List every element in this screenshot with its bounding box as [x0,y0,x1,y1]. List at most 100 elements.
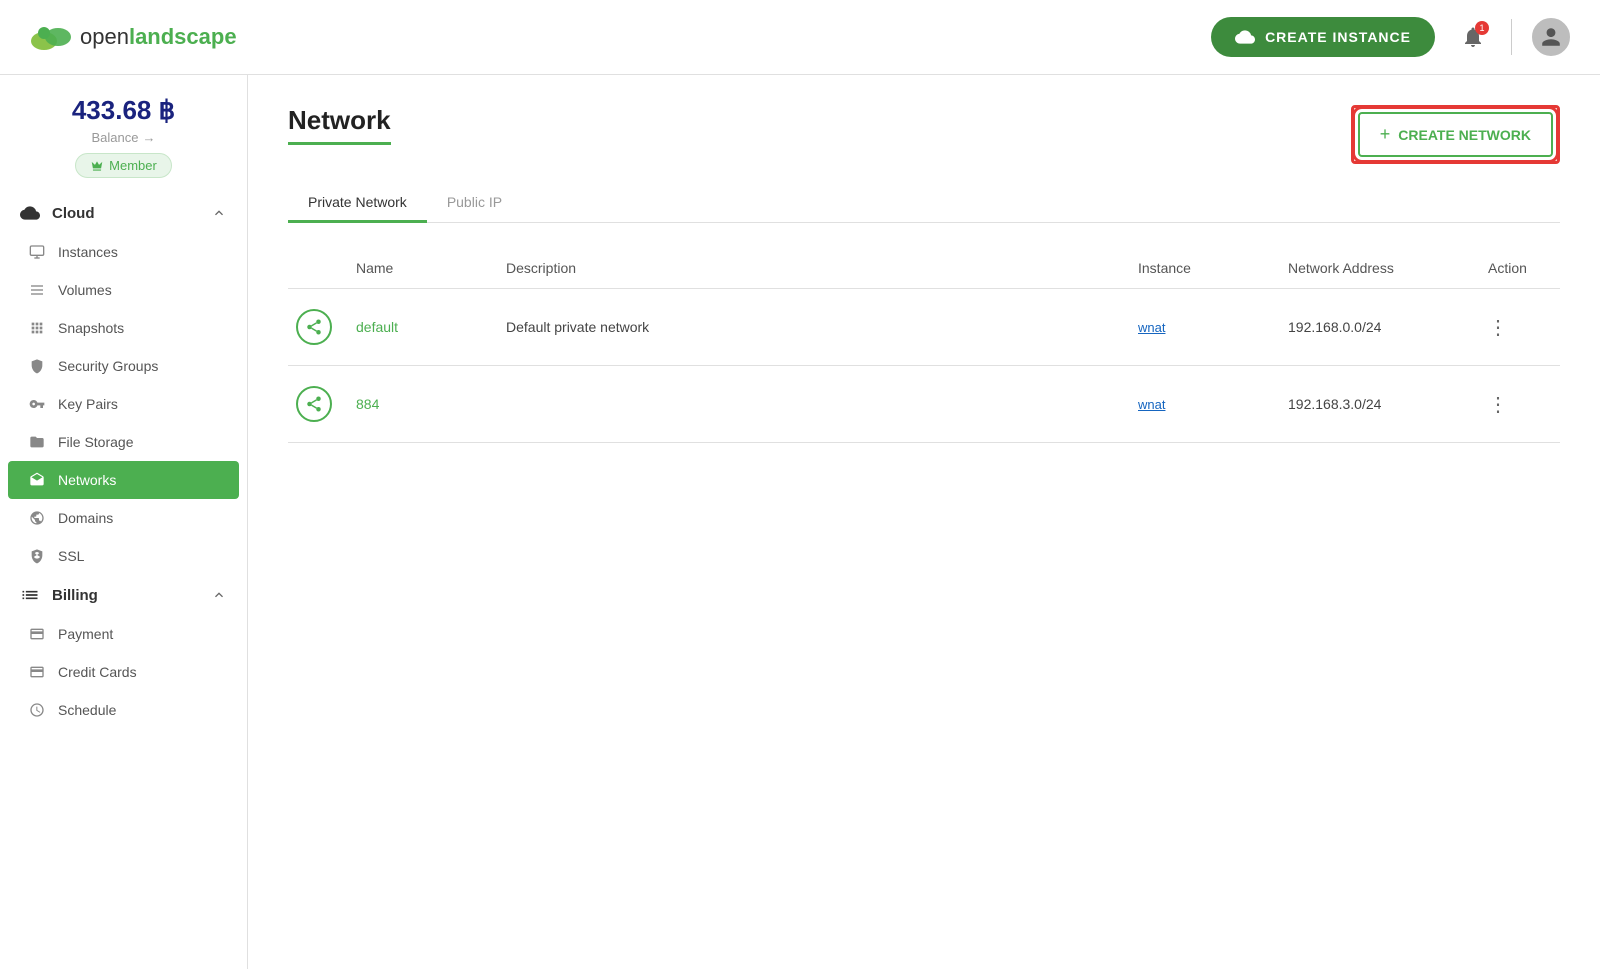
share-icon [305,318,323,336]
plus-icon: + [1380,124,1391,145]
row1-icon-cell [288,305,348,349]
row2-action: ⋮ [1480,388,1560,421]
col-action: Action [1480,256,1560,280]
key-pairs-icon [28,395,46,413]
security-groups-icon [28,357,46,375]
sidebar-item-instances[interactable]: Instances [0,233,247,271]
share-icon [305,395,323,413]
sidebar-item-security-groups[interactable]: Security Groups [0,347,247,385]
page-title: Network [288,105,391,136]
row1-instance: wnat [1130,315,1280,339]
header: openlandscape CREATE INSTANCE 1 [0,0,1600,75]
key-pairs-label: Key Pairs [58,396,118,412]
notification-badge: 1 [1475,21,1489,35]
network-name-link[interactable]: default [356,319,398,335]
row1-network-address: 192.168.0.0/24 [1280,315,1480,339]
header-right: CREATE INSTANCE 1 [1211,17,1570,57]
sidebar-item-domains[interactable]: Domains [0,499,247,537]
ssl-label: SSL [58,548,84,564]
member-badge: Member [75,153,172,178]
row2-name: 884 [348,392,498,416]
create-network-btn-wrapper: + CREATE NETWORK [1351,105,1560,164]
sidebar-item-schedule[interactable]: Schedule [0,691,247,729]
crown-icon [90,159,104,173]
network-share-icon [296,309,332,345]
snapshots-label: Snapshots [58,320,124,336]
network-share-icon [296,386,332,422]
instance-link[interactable]: wnat [1138,320,1165,335]
col-instance: Instance [1130,256,1280,280]
sidebar-item-volumes[interactable]: Volumes [0,271,247,309]
instances-icon [28,243,46,261]
chevron-up-icon [211,205,227,221]
sidebar-item-credit-cards[interactable]: Credit Cards [0,653,247,691]
billing-icon [20,585,40,605]
logo-text: openlandscape [80,24,237,50]
sidebar-item-key-pairs[interactable]: Key Pairs [0,385,247,423]
col-description: Description [498,256,1130,280]
user-avatar[interactable] [1532,18,1570,56]
row2-description [498,400,1130,408]
domains-label: Domains [58,510,113,526]
balance-amount: 433.68 ฿ [20,95,227,126]
table-header: Name Description Instance Network Addres… [288,248,1560,289]
cloud-nav-icon [20,203,40,223]
billing-section-header[interactable]: Billing [0,575,247,615]
network-tabs: Private Network Public IP [288,184,1560,223]
credit-card-icon [28,663,46,681]
cloud-icon [1235,27,1255,47]
row2-network-address: 192.168.3.0/24 [1280,392,1480,416]
page-header: Network + CREATE NETWORK [288,105,1560,164]
sidebar-item-snapshots[interactable]: Snapshots [0,309,247,347]
main-layout: 433.68 ฿ Balance → Member Cloud [0,75,1600,969]
instance-link[interactable]: wnat [1138,397,1165,412]
file-storage-label: File Storage [58,434,133,450]
domains-icon [28,509,46,527]
sidebar-item-payment[interactable]: Payment [0,615,247,653]
notification-bell[interactable]: 1 [1455,19,1491,55]
sidebar: 433.68 ฿ Balance → Member Cloud [0,75,248,969]
create-instance-button[interactable]: CREATE INSTANCE [1211,17,1435,57]
content-area: Network + CREATE NETWORK Private Network… [248,75,1600,969]
volumes-icon [28,281,46,299]
sidebar-item-file-storage[interactable]: File Storage [0,423,247,461]
snapshots-icon [28,319,46,337]
action-menu-button[interactable]: ⋮ [1488,317,1508,339]
network-name-link[interactable]: 884 [356,396,379,412]
schedule-label: Schedule [58,702,116,718]
action-menu-button[interactable]: ⋮ [1488,394,1508,416]
balance-label[interactable]: Balance → [20,130,227,145]
credit-cards-label: Credit Cards [58,664,137,680]
networks-icon [28,471,46,489]
user-icon [1540,26,1562,48]
table-row: 884 wnat 192.168.3.0/24 ⋮ [288,366,1560,443]
payment-icon [28,625,46,643]
row1-name: default [348,315,498,339]
tab-public-ip[interactable]: Public IP [427,184,522,223]
row1-description: Default private network [498,315,1130,339]
row2-instance: wnat [1130,392,1280,416]
table-row: default Default private network wnat 192… [288,289,1560,366]
row2-icon-cell [288,382,348,426]
balance-section: 433.68 ฿ Balance → Member [0,75,247,193]
tab-private-network[interactable]: Private Network [288,184,427,223]
create-network-button[interactable]: + CREATE NETWORK [1358,112,1553,157]
logo-icon [30,23,72,51]
col-name: Name [348,256,498,280]
ssl-icon [28,547,46,565]
balance-arrow-icon: → [142,130,155,145]
security-groups-label: Security Groups [58,358,158,374]
col-icon [288,256,348,280]
logo: openlandscape [30,23,237,51]
row1-action: ⋮ [1480,311,1560,344]
payment-label: Payment [58,626,113,642]
col-network-address: Network Address [1280,256,1480,280]
cloud-section-header[interactable]: Cloud [0,193,247,233]
sidebar-item-ssl[interactable]: SSL [0,537,247,575]
page-title-wrapper: Network [288,105,391,145]
file-storage-icon [28,433,46,451]
sidebar-item-networks[interactable]: Networks [8,461,239,499]
billing-chevron-up-icon [211,587,227,603]
network-table: Name Description Instance Network Addres… [288,248,1560,443]
volumes-label: Volumes [58,282,112,298]
